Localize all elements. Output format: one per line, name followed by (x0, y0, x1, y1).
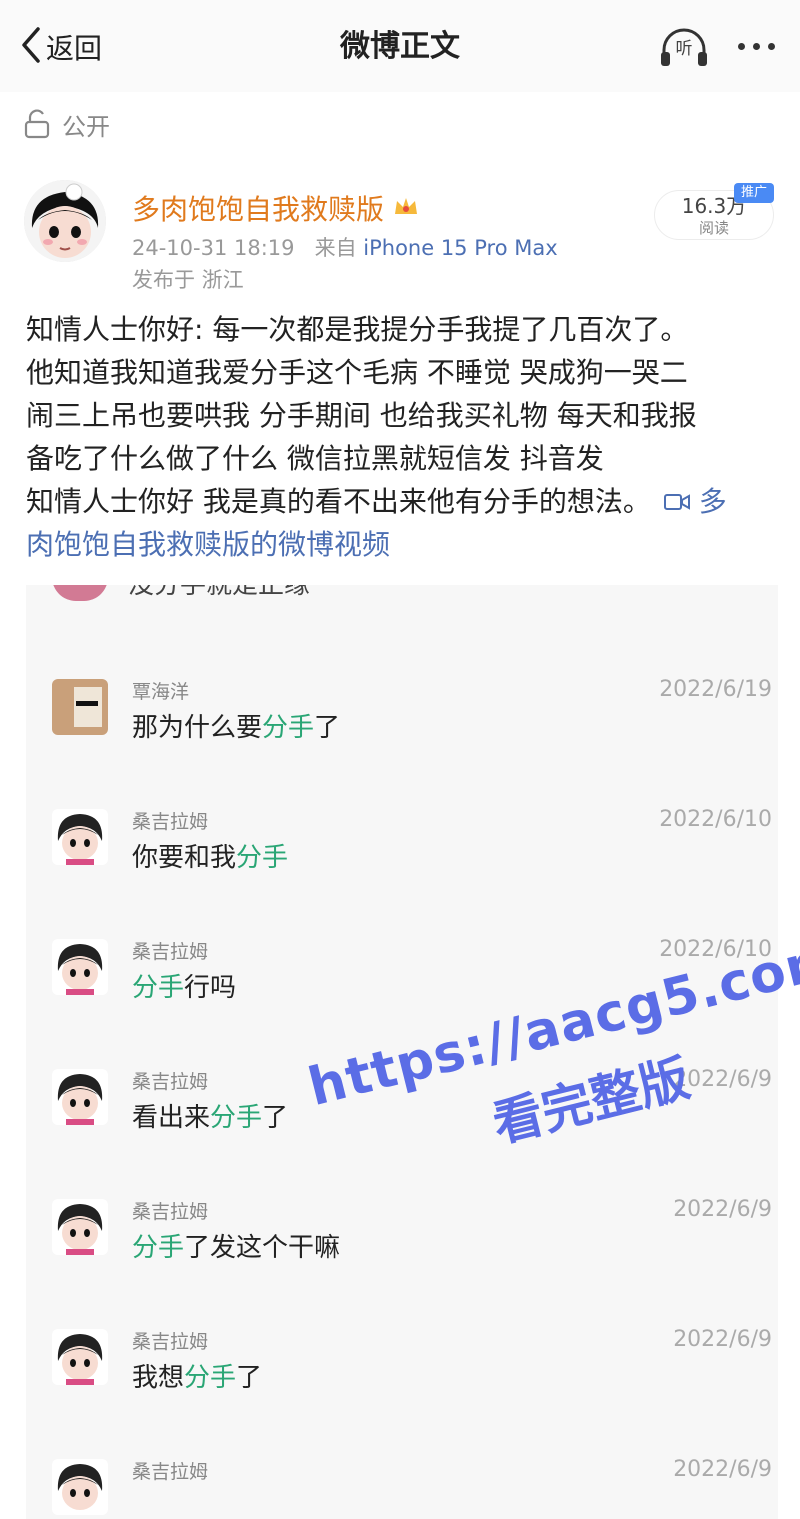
avatar (52, 1459, 108, 1515)
post-body: 知情人士你好: 每一次都是我提分手我提了几百次了。 他知道我知道我爱分手这个毛病… (26, 308, 778, 566)
comment-item: 覃海洋 2022/6/19 那为什么要分手了 (52, 677, 772, 749)
listen-label: 听 (675, 39, 693, 59)
avatar (52, 1069, 108, 1125)
more-button[interactable] (730, 26, 782, 66)
comment-date: 2022/6/9 (673, 1457, 772, 1482)
top-nav: 返回 微博正文 听 (0, 0, 800, 92)
post-time: 24-10-31 18:19 (132, 236, 295, 260)
avatar (52, 939, 108, 995)
avatar (52, 585, 108, 601)
more-dot-icon (752, 42, 760, 50)
comment-date: 2022/6/9 (673, 1197, 772, 1222)
comment-text: 你要和我分手 (132, 843, 289, 873)
post-location: 发布于 浙江 (132, 268, 244, 292)
comment-item: 桑吉拉姆 2022/6/10 分手行吗 (52, 937, 772, 1009)
comment-date: 2022/6/10 (659, 807, 772, 832)
post-meta: 24-10-31 18:19 来自 iPhone 15 Pro Max (132, 232, 558, 262)
comment-author: 桑吉拉姆 (132, 1461, 209, 1483)
page: 返回 微博正文 听 公开 多肉饱饱自我救赎版 24-10-31 18:19 来自… (0, 0, 800, 1519)
comment-author: 桑吉拉姆 (132, 1201, 209, 1223)
post-device[interactable]: iPhone 15 Pro Max (363, 236, 557, 260)
comment-text: 那为什么要分手了 (132, 713, 341, 743)
clipped-comment: 没分手就是正缘 (52, 585, 310, 601)
more-dot-icon (737, 42, 745, 50)
comment-date: 2022/6/9 (673, 1327, 772, 1352)
comment-author: 桑吉拉姆 (132, 811, 209, 833)
promo-badge: 推广 (734, 183, 774, 203)
more-dot-icon (767, 42, 775, 50)
post-line: 备吃了什么做了什么 微信拉黑就短信发 抖音发 (26, 442, 604, 475)
comment-date: 2022/6/9 (673, 1067, 772, 1092)
unlock-icon (24, 109, 50, 139)
comments-image[interactable]: 没分手就是正缘 覃海洋 2022/6/19 那为什么要分手了 桑吉拉姆 2022… (26, 585, 778, 1519)
video-icon (663, 494, 690, 510)
comment-item: 桑吉拉姆 2022/6/9 我想分手了 (52, 1327, 772, 1399)
visibility-row: 公开 (24, 104, 110, 144)
comment-item: 桑吉拉姆 2022/6/10 你要和我分手 (52, 807, 772, 879)
comment-author: 桑吉拉姆 (132, 1071, 209, 1093)
comment-author: 桑吉拉姆 (132, 941, 209, 963)
author-avatar[interactable] (24, 180, 106, 262)
avatar (52, 809, 108, 865)
post-line: 闹三上吊也要哄我 分手期间 也给我买礼物 每天和我报 (26, 399, 697, 432)
author-name[interactable]: 多肉饱饱自我救赎版 (132, 188, 384, 228)
avatar (52, 1329, 108, 1385)
comment-item: 桑吉拉姆 2022/6/9 分手了发这个干嘛 (52, 1197, 772, 1269)
visibility-label: 公开 (62, 112, 110, 141)
avatar (52, 1199, 108, 1255)
comment-text: 分手行吗 (132, 973, 237, 1003)
views-unit: 阅读 (698, 219, 729, 237)
comment-date: 2022/6/10 (659, 937, 772, 962)
video-link[interactable]: 多 (660, 485, 727, 518)
avatar (52, 679, 108, 735)
clipped-comment-text: 没分手就是正缘 (128, 585, 311, 600)
author-name-row[interactable]: 多肉饱饱自我救赎版 (132, 188, 420, 228)
video-link-text-2[interactable]: 肉饱饱自我救赎版的微博视频 (26, 523, 778, 566)
comment-author: 桑吉拉姆 (132, 1331, 209, 1353)
post-line: 他知道我知道我爱分手这个毛病 不睡觉 哭成狗一哭二 (26, 356, 688, 389)
comment-text: 我想分手了 (132, 1363, 263, 1393)
video-link-text-1[interactable]: 多 (699, 485, 727, 518)
comment-date: 2022/6/19 (659, 677, 772, 702)
post-from: 来自 (314, 236, 357, 260)
crown-badge-icon (392, 192, 420, 225)
comment-text: 看出来分手了 (132, 1103, 289, 1133)
comment-text: 分手了发这个干嘛 (132, 1233, 341, 1263)
post-line: 知情人士你好: 每一次都是我提分手我提了几百次了。 (26, 313, 689, 346)
comment-item: 桑吉拉姆 2022/6/9 看出来分手了 (52, 1067, 772, 1139)
post-line: 知情人士你好 我是真的看不出来他有分手的想法。 (26, 485, 651, 518)
post-line-with-link: 知情人士你好 我是真的看不出来他有分手的想法。 多 (26, 480, 778, 523)
comment-author: 覃海洋 (132, 681, 190, 703)
comment-item: 桑吉拉姆 2022/6/9 (52, 1457, 772, 1519)
